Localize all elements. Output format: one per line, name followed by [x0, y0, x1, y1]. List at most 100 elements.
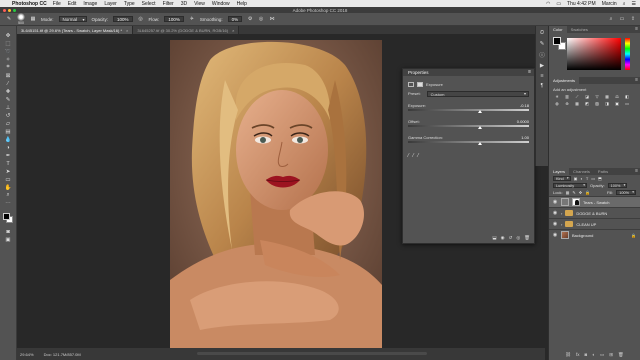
close-window-button[interactable]	[3, 8, 6, 12]
lasso-tool-icon[interactable]: ➰	[4, 48, 13, 55]
quick-mask-icon[interactable]: ◙	[4, 228, 13, 235]
offset-slider[interactable]	[408, 125, 529, 129]
history-panel-icon[interactable]: ⏲	[540, 30, 544, 37]
zoom-tool-icon[interactable]: ⌕	[4, 192, 13, 199]
add-mask-icon[interactable]: ◙	[585, 352, 588, 358]
marquee-tool-icon[interactable]: ⬚	[4, 40, 13, 47]
menu-window[interactable]: Window	[212, 1, 230, 7]
invert-icon[interactable]: ◩	[584, 101, 590, 106]
hue-saturation-icon[interactable]: ▦	[604, 94, 610, 99]
pen-tool-icon[interactable]: ✒	[4, 152, 13, 159]
filter-smart-icon[interactable]: ⬒	[598, 176, 602, 181]
clip-to-layer-icon[interactable]: ⬓	[492, 235, 496, 241]
gradient-map-icon[interactable]: ▭	[624, 101, 630, 106]
menu-view[interactable]: View	[194, 1, 205, 7]
app-menu[interactable]: Photoshop CC	[12, 1, 47, 7]
user-name[interactable]: Marcin	[602, 1, 617, 7]
gradient-tool-icon[interactable]: ▤	[4, 128, 13, 135]
move-tool-icon[interactable]: ✥	[4, 32, 13, 39]
tab-document-1[interactable]: 3L645151.tif @ 29.6% (Tears - Swatch, La…	[17, 26, 134, 34]
adjustment-icon[interactable]	[408, 81, 414, 87]
view-previous-icon[interactable]: ◉	[501, 235, 505, 241]
hand-tool-icon[interactable]: ✋	[4, 184, 13, 191]
panel-menu-icon[interactable]: ≡	[635, 168, 638, 174]
portrait-photo[interactable]	[170, 40, 382, 348]
menu-image[interactable]: Image	[83, 1, 97, 7]
offset-value[interactable]: 0.0000	[517, 119, 529, 124]
black-point-eyedropper-icon[interactable]: ⁄	[408, 153, 409, 159]
visibility-eye-icon[interactable]: ◉	[552, 221, 558, 227]
lock-pixels-icon[interactable]: ✎	[572, 190, 575, 195]
doc-size[interactable]: Doc: 121.7M/857.0M	[44, 352, 81, 357]
expand-group-icon[interactable]: ›	[561, 211, 562, 216]
pressure-size-icon[interactable]: ◎	[258, 16, 264, 22]
white-point-eyedropper-icon[interactable]: ⁄	[418, 153, 419, 159]
color-balance-icon[interactable]: ⚖	[614, 94, 620, 99]
panel-menu-icon[interactable]: ≡	[635, 77, 638, 83]
menu-file[interactable]: File	[53, 1, 61, 7]
layer-row[interactable]: ◉ Background 🔒	[549, 229, 640, 240]
visibility-eye-icon[interactable]: ◉	[552, 210, 558, 216]
mode-select[interactable]: Normal	[58, 16, 87, 22]
layer-row[interactable]: ◉ › CLEAN UP	[549, 218, 640, 229]
visibility-eye-icon[interactable]: ◉	[552, 199, 558, 205]
threshold-icon[interactable]: ◨	[604, 101, 610, 106]
new-group-icon[interactable]: ▭	[600, 352, 604, 358]
list-icon[interactable]: ☰	[632, 1, 636, 7]
delete-layer-icon[interactable]: 🗑	[618, 352, 624, 358]
layer-opacity-field[interactable]: 100%	[607, 183, 628, 188]
tab-paths[interactable]: Paths	[594, 168, 612, 175]
menu-3d[interactable]: 3D	[181, 1, 187, 7]
menu-help[interactable]: Help	[237, 1, 247, 7]
screen-mode-icon[interactable]: ▣	[4, 236, 13, 243]
preset-select[interactable]: Custom	[426, 90, 529, 97]
lock-transparency-icon[interactable]: ▦	[566, 190, 570, 195]
menu-edit[interactable]: Edit	[68, 1, 77, 7]
photo-filter-icon[interactable]: ◍	[554, 101, 560, 106]
panel-menu-icon[interactable]: ≡	[528, 69, 531, 75]
share-icon[interactable]: ⇪	[630, 16, 636, 22]
filter-shape-icon[interactable]: ▭	[591, 176, 595, 181]
foreground-color[interactable]	[3, 213, 10, 220]
hue-slider[interactable]	[625, 38, 630, 70]
opacity-field[interactable]: 100%	[113, 16, 133, 22]
more-tools-icon[interactable]: ⋯	[4, 200, 13, 207]
gamma-slider-thumb[interactable]	[478, 142, 483, 145]
brush-settings-icon[interactable]: ▦	[30, 16, 36, 22]
properties-header[interactable]: Properties ≡	[403, 69, 534, 76]
reset-icon[interactable]: ↺	[509, 235, 513, 241]
color-swatches[interactable]	[2, 212, 14, 224]
offset-slider-thumb[interactable]	[478, 126, 483, 129]
history-brush-tool-icon[interactable]: ↺	[4, 112, 13, 119]
menu-type[interactable]: Type	[124, 1, 135, 7]
foreground-color[interactable]	[553, 37, 561, 45]
type-tool-icon[interactable]: T	[4, 160, 13, 167]
vibrance-icon[interactable]: ▽	[594, 94, 600, 99]
layer-row[interactable]: ◉ Tears - Swatch	[549, 196, 640, 207]
crop-tool-icon[interactable]: ⌗	[4, 64, 13, 71]
blur-tool-icon[interactable]: 💧	[4, 136, 13, 143]
eraser-tool-icon[interactable]: ▱	[4, 120, 13, 127]
visibility-eye-icon[interactable]: ◉	[552, 232, 558, 238]
exposure-value[interactable]: -0.18	[520, 103, 529, 108]
exposure-slider-thumb[interactable]	[478, 110, 483, 113]
symmetry-icon[interactable]: ⋈	[269, 16, 275, 22]
brightness-contrast-icon[interactable]: ☀	[554, 94, 560, 99]
clock[interactable]: Thu 4:42 PM	[567, 1, 596, 7]
rectangle-tool-icon[interactable]: ▭	[4, 176, 13, 183]
brush-tool-icon[interactable]: ✎	[6, 16, 12, 22]
gray-point-eyedropper-icon[interactable]: ⁄	[413, 153, 414, 159]
airbrush-icon[interactable]: ✈	[189, 16, 195, 22]
gamma-slider[interactable]	[408, 141, 529, 145]
tab-adjustments[interactable]: Adjustments	[549, 77, 580, 84]
tab-document-2[interactable]: 3L645257.tif @ 30.2% (DODGE & BURN, RGB/…	[133, 26, 240, 34]
filter-adjustment-icon[interactable]: ◐	[580, 176, 582, 181]
close-tab-icon[interactable]: ×	[232, 28, 234, 33]
levels-icon[interactable]: ▥	[564, 94, 570, 99]
layer-kind-filter[interactable]: Kind	[553, 176, 571, 181]
menu-filter[interactable]: Filter	[163, 1, 174, 7]
zoom-level[interactable]: 29.64%	[20, 352, 34, 357]
new-adjustment-icon[interactable]: ◐	[592, 352, 595, 358]
layer-mask-thumb[interactable]	[572, 198, 580, 206]
smoothing-field[interactable]: 0%	[227, 16, 243, 22]
